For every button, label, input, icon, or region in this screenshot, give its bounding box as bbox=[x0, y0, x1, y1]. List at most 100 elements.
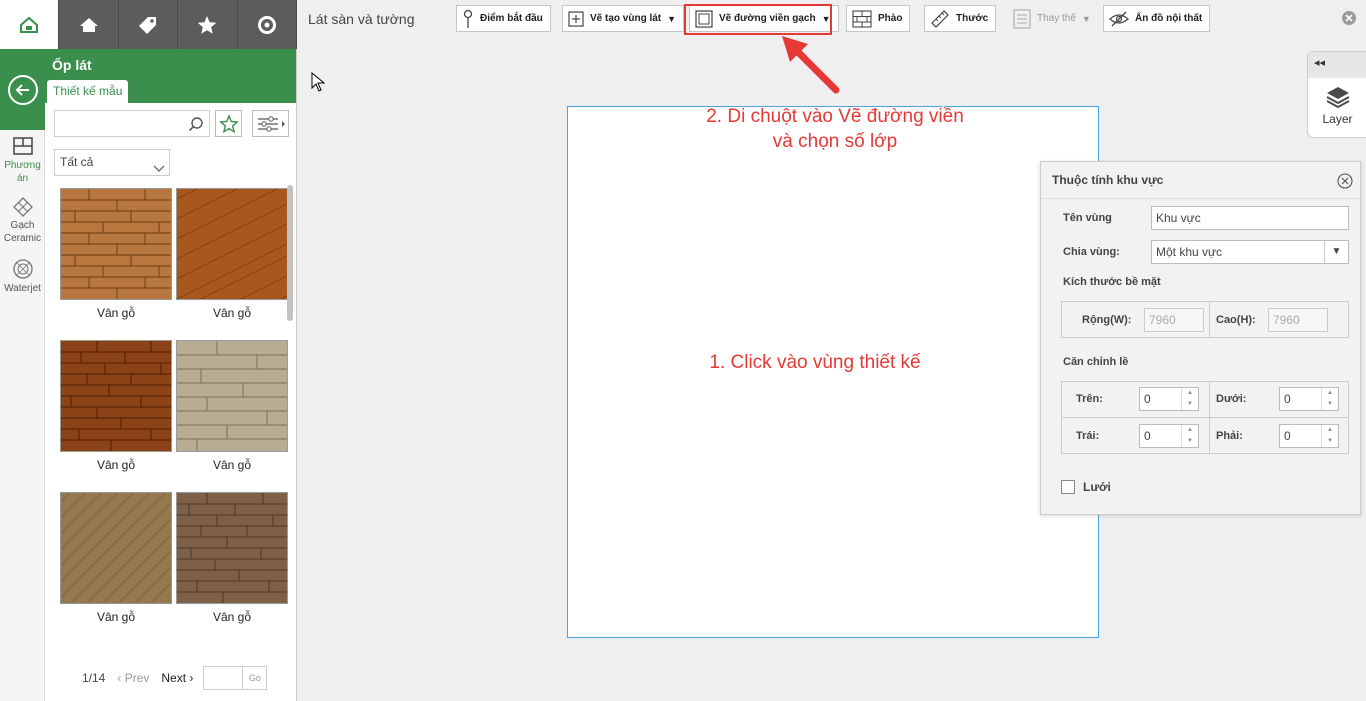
chevron-down-icon bbox=[153, 157, 165, 182]
next-page-label: Next bbox=[161, 671, 187, 685]
advanced-filter-button[interactable] bbox=[252, 110, 289, 137]
ceramic-tile-icon bbox=[12, 197, 33, 217]
close-icon[interactable] bbox=[1341, 10, 1357, 29]
bottom-margin-value: 0 bbox=[1284, 392, 1291, 406]
page-number-input[interactable] bbox=[203, 666, 244, 690]
start-point-button[interactable]: Điểm bắt đầu bbox=[456, 5, 551, 32]
tile-card[interactable]: Vân gỗ bbox=[176, 340, 288, 472]
tile-card[interactable]: Vân gỗ bbox=[60, 492, 172, 624]
rail-label: án bbox=[16, 173, 29, 184]
rail-label: Ceramic bbox=[3, 233, 42, 244]
go-page-button[interactable]: Go bbox=[243, 666, 268, 690]
hide-furniture-button[interactable]: Ẩn đồ nội thất bbox=[1103, 5, 1211, 32]
favorite-filter-button[interactable] bbox=[215, 110, 242, 137]
tab-sample-designs[interactable]: Thiết kế mẫu bbox=[47, 80, 129, 103]
top-nav bbox=[0, 0, 297, 49]
search-tab[interactable] bbox=[238, 0, 297, 49]
grid-label: Lưới bbox=[1083, 480, 1111, 494]
star-icon bbox=[198, 15, 217, 34]
split-select[interactable]: Một khu vực ▼ bbox=[1151, 240, 1349, 264]
layers-icon bbox=[1326, 87, 1350, 109]
stepper-arrows-icon[interactable]: ▲ ▼ bbox=[1181, 388, 1198, 410]
top-margin-stepper[interactable]: 0 ▲ ▼ bbox=[1139, 387, 1199, 411]
tile-card[interactable]: Vân gỗ bbox=[176, 188, 288, 320]
ruler-button[interactable]: Thước bbox=[924, 5, 997, 32]
props-header: Thuộc tính khu vực bbox=[1041, 162, 1360, 199]
tag-icon bbox=[138, 16, 156, 34]
stepper-arrows-icon[interactable]: ▲ ▼ bbox=[1321, 425, 1338, 447]
region-name-input[interactable]: Khu vực bbox=[1151, 206, 1349, 230]
surface-size-label: Kích thước bề mặt bbox=[1063, 276, 1161, 288]
stepper-arrows-icon[interactable]: ▲ ▼ bbox=[1181, 425, 1198, 447]
caret-down-icon: ▼ bbox=[1081, 13, 1091, 24]
tile-label: Vân gỗ bbox=[212, 306, 252, 320]
annotation-step2: 2. Di chuột vào Vẽ đường viền và chọn số… bbox=[640, 104, 1030, 154]
width-field: 7960 bbox=[1144, 308, 1204, 332]
rail-item-ceramic[interactable]: Gạch Ceramic bbox=[0, 197, 45, 245]
star-tab[interactable] bbox=[178, 0, 238, 49]
back-button[interactable] bbox=[0, 49, 45, 130]
replace-label: Thay thế bbox=[1037, 13, 1076, 24]
split-label: Chia vùng: bbox=[1063, 246, 1120, 258]
align-label: Căn chỉnh lề bbox=[1063, 356, 1129, 368]
catalog-panel: Ốp lát Thiết kế mẫu Tất cả Vân gỗ Vân gỗ bbox=[45, 49, 297, 701]
ruler-label: Thước bbox=[956, 13, 989, 24]
replace-button[interactable]: Thay thế ▼ bbox=[1008, 5, 1098, 32]
logo-icon bbox=[20, 16, 39, 33]
category-select[interactable]: Tất cả bbox=[54, 149, 170, 176]
left-margin-value: 0 bbox=[1144, 429, 1151, 443]
prev-page-label: Prev bbox=[124, 671, 150, 685]
bottom-margin-stepper[interactable]: 0 ▲ ▼ bbox=[1279, 387, 1339, 411]
rail-label: Waterjet bbox=[4, 283, 41, 294]
left-margin-label: Trái: bbox=[1076, 430, 1100, 442]
tile-thumbnail bbox=[60, 188, 172, 300]
pin-icon bbox=[463, 9, 473, 28]
create-area-label: Vẽ tạo vùng lát bbox=[590, 13, 662, 24]
right-margin-stepper[interactable]: 0 ▲ ▼ bbox=[1279, 424, 1339, 448]
prev-page-button[interactable]: ‹ Prev bbox=[117, 671, 149, 685]
top-margin-value: 0 bbox=[1144, 392, 1151, 406]
caret-down-icon: ▼ bbox=[1324, 241, 1348, 263]
rail-label: Gạch bbox=[10, 220, 35, 231]
toolbar-title: Lát sàn và tường bbox=[308, 11, 415, 27]
right-margin-label: Phải: bbox=[1216, 430, 1243, 442]
mouse-cursor-icon bbox=[311, 72, 325, 92]
tile-card[interactable]: Vân gỗ bbox=[60, 340, 172, 472]
collapse-icon[interactable]: ◂◂ bbox=[1308, 52, 1366, 78]
star-outline-icon bbox=[218, 113, 239, 133]
molding-label: Phào bbox=[878, 13, 903, 24]
house-tab[interactable] bbox=[59, 0, 119, 49]
search-icon[interactable] bbox=[188, 116, 204, 135]
tile-card[interactable]: Vân gỗ bbox=[60, 188, 172, 320]
create-area-button[interactable]: Vẽ tạo vùng lát ▼ bbox=[562, 5, 685, 32]
next-page-button[interactable]: Next › bbox=[161, 671, 193, 685]
rail-item-waterjet[interactable]: Waterjet bbox=[0, 258, 45, 295]
split-select-value: Một khu vực bbox=[1156, 245, 1223, 259]
category-select-value: Tất cả bbox=[60, 155, 94, 169]
tile-thumbnail bbox=[176, 188, 288, 300]
region-name-label: Tên vùng bbox=[1063, 212, 1112, 224]
close-icon[interactable] bbox=[1337, 173, 1353, 192]
layer-tab[interactable]: ◂◂ Layer bbox=[1307, 51, 1366, 138]
logo-tab[interactable] bbox=[0, 0, 60, 49]
back-arrow-icon bbox=[7, 74, 38, 105]
tile-label: Vân gỗ bbox=[212, 458, 252, 472]
rail-item-plan[interactable]: Phương án bbox=[0, 135, 45, 185]
annotation-step2-line1: 2. Di chuột vào Vẽ đường viền bbox=[706, 106, 964, 127]
tile-grid: Vân gỗ Vân gỗ Vân gỗ Vân gỗ Vân gỗ Vân g… bbox=[60, 188, 290, 648]
tag-tab[interactable] bbox=[119, 0, 179, 49]
start-point-label: Điểm bắt đầu bbox=[480, 13, 543, 24]
tile-grid-scrollbar[interactable] bbox=[287, 185, 293, 321]
rail-label: Phương bbox=[4, 160, 41, 171]
tile-label: Vân gỗ bbox=[212, 610, 252, 624]
top-margin-label: Trên: bbox=[1076, 393, 1103, 405]
left-margin-stepper[interactable]: 0 ▲ ▼ bbox=[1139, 424, 1199, 448]
tile-card[interactable]: Vân gỗ bbox=[176, 492, 288, 624]
area-properties-panel: Thuộc tính khu vực Tên vùng Khu vực Chia… bbox=[1040, 161, 1361, 515]
hide-furniture-label: Ẩn đồ nội thất bbox=[1135, 13, 1203, 24]
stepper-arrows-icon[interactable]: ▲ ▼ bbox=[1321, 388, 1338, 410]
left-rail: Phương án Gạch Ceramic Waterjet bbox=[0, 49, 45, 701]
grid-checkbox[interactable] bbox=[1061, 480, 1075, 494]
search-input[interactable] bbox=[54, 110, 210, 137]
molding-button[interactable]: Phào bbox=[846, 5, 911, 32]
